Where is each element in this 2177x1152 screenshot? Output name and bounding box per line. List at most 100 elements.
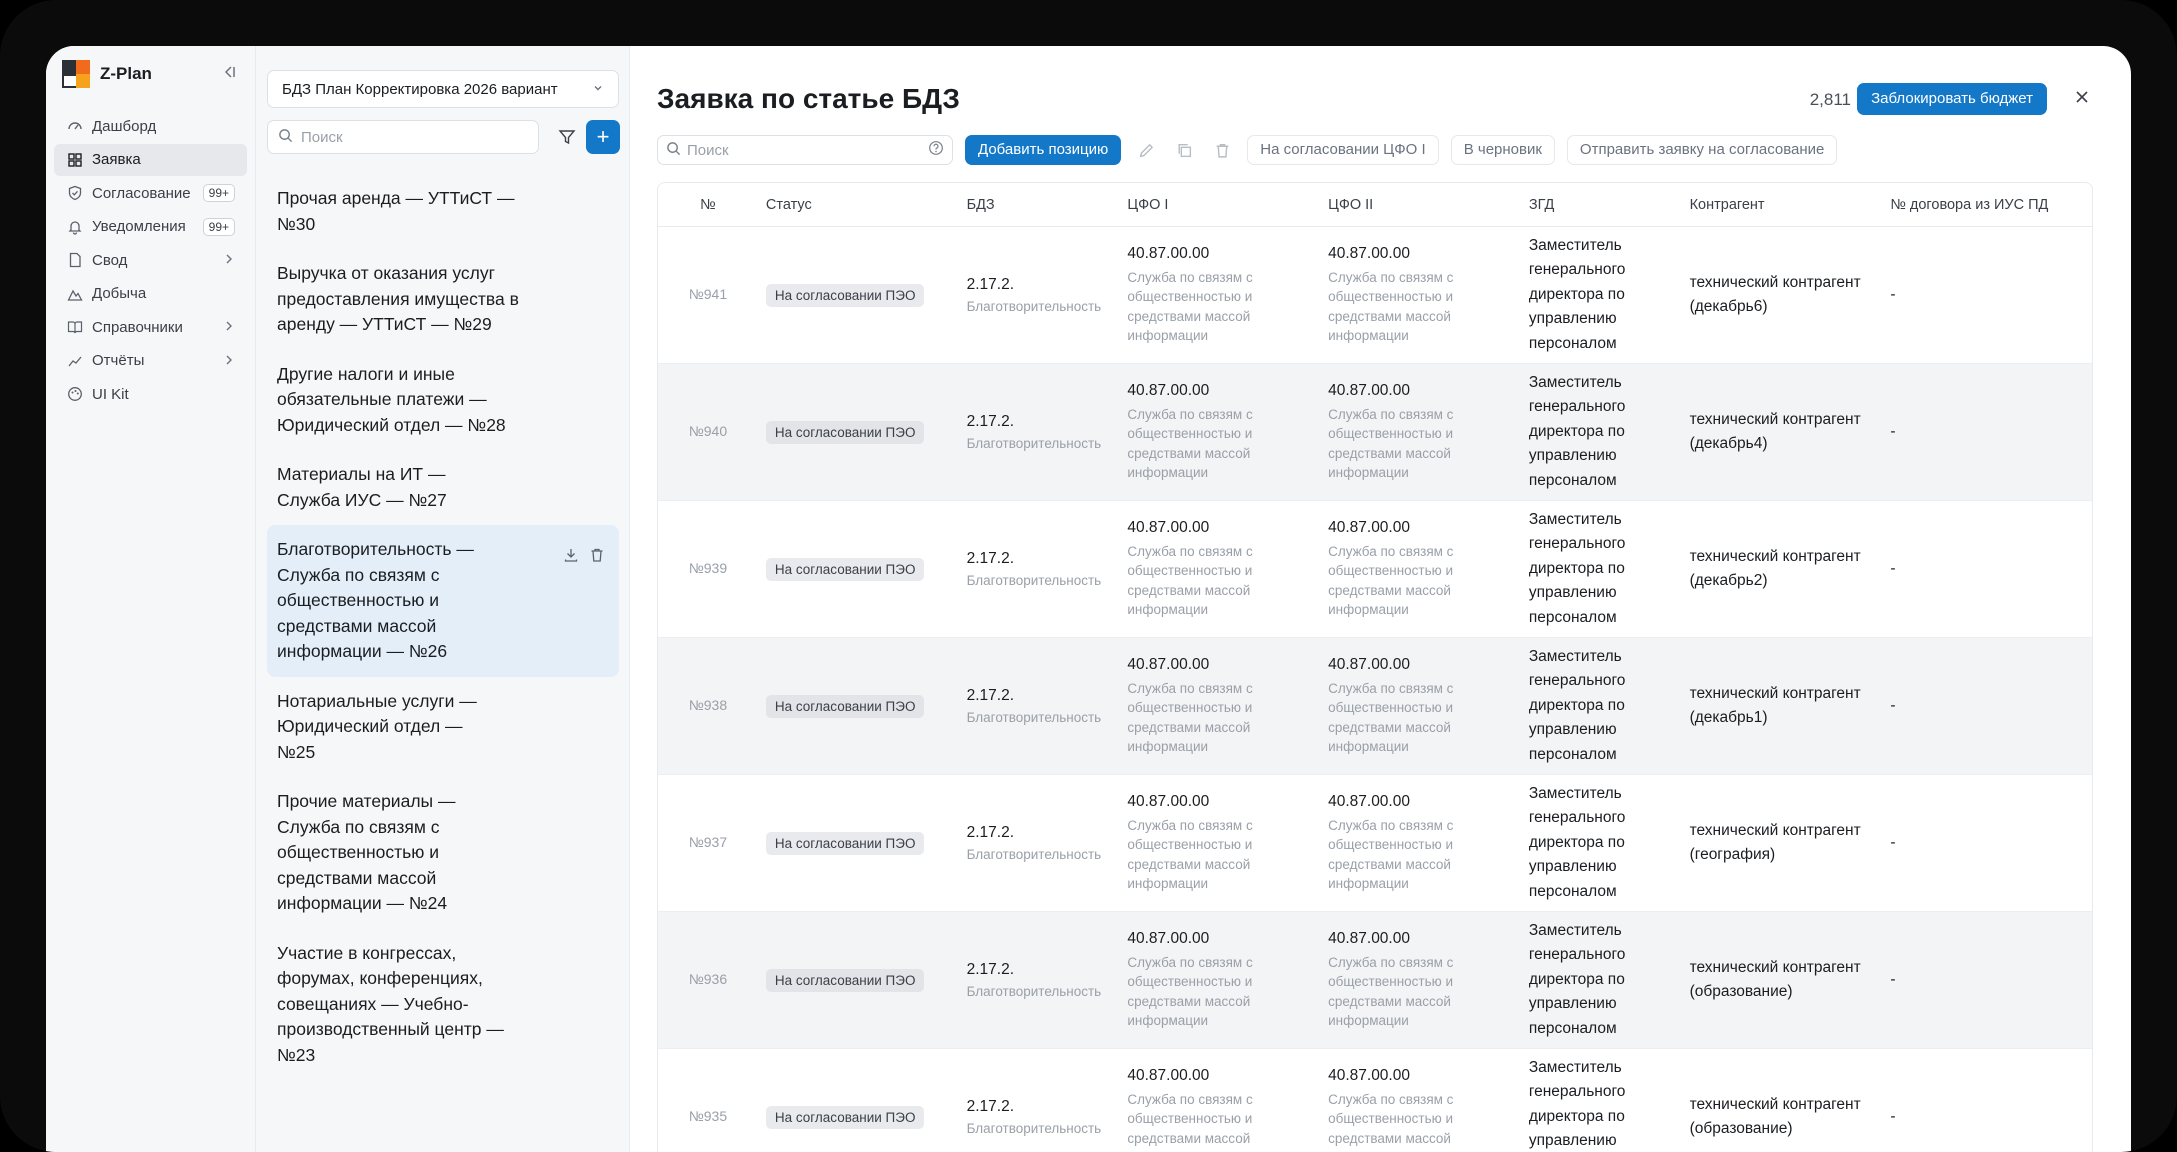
column-header[interactable]: № договора из ИУС ПД [1882, 197, 2092, 213]
column-header[interactable]: ЗГД [1521, 197, 1682, 213]
list-item[interactable]: Прочие материалы — Служба по связям с об… [267, 777, 619, 929]
edit-icon[interactable] [1133, 137, 1159, 163]
counterparty-cell: технический контрагент (декабрь2) [1689, 547, 1861, 590]
sidebar-item-references[interactable]: Справочники [54, 311, 247, 343]
contract-number-cell: - [1890, 560, 1896, 577]
list-item-selected[interactable]: Благотворительность — Служба по связям с… [267, 525, 619, 677]
table-row[interactable]: №939 На согласовании ПЭО 2.17.2. Благотв… [658, 501, 2092, 638]
book-icon [66, 318, 84, 336]
sidebar-item-summary[interactable]: Свод [54, 244, 247, 276]
table-search-input[interactable]: Поиск [657, 135, 953, 165]
list-search-input[interactable]: Поиск [267, 120, 539, 154]
positions-table: № Статус БДЗ ЦФО I ЦФО II ЗГД Контрагент… [657, 182, 2093, 1152]
bdz-name: Благотворительность [966, 847, 1102, 862]
table-row[interactable]: №941 На согласовании ПЭО 2.17.2. Благотв… [658, 227, 2092, 364]
download-icon[interactable] [563, 545, 579, 571]
search-placeholder: Поиск [687, 141, 729, 159]
sidebar-item-extraction[interactable]: Добыча [54, 278, 247, 310]
help-icon[interactable] [928, 140, 944, 160]
contract-number-cell: - [1890, 971, 1896, 988]
filter-icon[interactable] [552, 122, 582, 152]
zgd-cell: Заместитель генерального директора по уп… [1528, 647, 1626, 763]
close-icon[interactable] [2069, 86, 2095, 112]
cfo-approval-button[interactable]: На согласовании ЦФО I [1247, 135, 1439, 165]
sidebar-item-label: Добыча [92, 285, 147, 302]
collapse-sidebar-icon[interactable] [219, 64, 239, 84]
list-item-title: Прочие материалы — Служба по связям с об… [277, 791, 456, 913]
table-row[interactable]: №935 На согласовании ПЭО 2.17.2. Благотв… [658, 1049, 2092, 1152]
plan-select-value: БДЗ План Корректировка 2026 вариант [282, 80, 558, 98]
add-position-button[interactable]: Добавить позицию [965, 135, 1122, 165]
list-item[interactable]: Другие налоги и иные обязательные платеж… [267, 350, 619, 451]
sidebar-item-label: Справочники [92, 318, 183, 336]
column-header[interactable]: № [658, 197, 758, 213]
cfo1-code: 40.87.00.00 [1127, 244, 1210, 262]
zgd-cell: Заместитель генерального директора по уп… [1528, 1058, 1626, 1150]
list-item[interactable]: Материалы на ИТ — Служба ИУС — №27 [267, 450, 619, 525]
sidebar-item-reports[interactable]: Отчёты [54, 345, 247, 377]
cfo1-name: Служба по связям с общественностью и сре… [1127, 954, 1253, 1029]
bdz-name: Благотворительность [966, 299, 1102, 314]
status-badge: На согласовании ПЭО [765, 420, 925, 444]
app-name: Z-Plan [100, 64, 152, 83]
list-item[interactable]: Нотариальные услуги — Юридический отдел … [267, 677, 619, 778]
sidebar-item-notifications[interactable]: Уведомления 99+ [54, 211, 247, 243]
table-row[interactable]: №937 На согласовании ПЭО 2.17.2. Благотв… [658, 775, 2092, 912]
cfo1-code: 40.87.00.00 [1127, 792, 1210, 810]
column-header[interactable]: ЦФО I [1119, 197, 1320, 213]
sidebar-item-ui-kit[interactable]: UI Kit [54, 378, 247, 410]
sidebar-item-request[interactable]: Заявка [54, 143, 247, 176]
contract-number-cell: - [1890, 286, 1896, 303]
zgd-cell: Заместитель генерального директора по уп… [1528, 510, 1626, 626]
table-row[interactable]: №940 На согласовании ПЭО 2.17.2. Благотв… [658, 364, 2092, 501]
column-header[interactable]: Статус [758, 197, 959, 213]
sidebar-item-approval[interactable]: Согласование 99+ [54, 177, 247, 209]
row-number: №937 [688, 834, 728, 850]
count-badge: 99+ [202, 217, 235, 236]
table-row[interactable]: №936 На согласовании ПЭО 2.17.2. Благотв… [658, 912, 2092, 1049]
search-icon [278, 128, 293, 147]
cfo1-name: Служба по связям с общественностью и сре… [1127, 543, 1253, 618]
cfo2-code: 40.87.00.00 [1328, 792, 1410, 810]
cfo2-code: 40.87.00.00 [1328, 518, 1410, 536]
table-row[interactable]: №938 На согласовании ПЭО 2.17.2. Благотв… [658, 638, 2092, 775]
list-item-title: Материалы на ИТ — Служба ИУС — №27 [277, 464, 447, 510]
column-header[interactable]: БДЗ [959, 197, 1120, 213]
lock-budget-button[interactable]: Заблокировать бюджет [1857, 83, 2047, 115]
counterparty-cell: технический контрагент (география) [1689, 821, 1861, 864]
send-for-approval-button[interactable]: Отправить заявку на согласование [1566, 135, 1838, 165]
counterparty-cell: технический контрагент (образование) [1689, 1095, 1861, 1138]
sidebar-item-dashboard[interactable]: Дашборд [54, 110, 247, 142]
cfo2-name: Служба по связям с общественностью и сре… [1328, 269, 1454, 344]
bdz-code: 2.17.2. [966, 413, 1014, 430]
trash-icon[interactable] [589, 545, 605, 571]
cfo2-code: 40.87.00.00 [1328, 381, 1410, 399]
trash-icon[interactable] [1209, 137, 1235, 163]
status-badge: На согласовании ПЭО [765, 831, 925, 855]
sidebar-item-label: UI Kit [92, 385, 129, 403]
request-list-panel: БДЗ План Корректировка 2026 вариант Поис… [256, 46, 630, 1152]
app-window: Z-Plan Дашборд Заявка Согласование 99+ У… [46, 46, 2131, 1152]
logo-icon [62, 60, 90, 88]
list-item-title: Другие налоги и иные обязательные платеж… [277, 363, 506, 435]
column-header[interactable]: Контрагент [1682, 197, 1883, 213]
zgd-cell: Заместитель генерального директора по уп… [1528, 236, 1626, 352]
add-request-button[interactable]: + [586, 120, 620, 154]
bdz-name: Благотворительность [966, 710, 1102, 725]
to-draft-button[interactable]: В черновик [1450, 135, 1555, 165]
table-header: № Статус БДЗ ЦФО I ЦФО II ЗГД Контрагент… [658, 183, 2092, 227]
copy-icon[interactable] [1171, 137, 1197, 163]
list-item-title: Выручка от оказания услуг предоставления… [277, 263, 519, 334]
plan-select[interactable]: БДЗ План Корректировка 2026 вариант [267, 70, 619, 108]
bdz-name: Благотворительность [966, 1121, 1102, 1136]
palette-icon [66, 385, 84, 403]
list-item[interactable]: Участие в конгрессах, форумах, конференц… [267, 929, 619, 1081]
file-icon [66, 251, 84, 269]
row-number: №941 [688, 286, 728, 302]
column-header[interactable]: ЦФО II [1320, 197, 1521, 213]
list-item[interactable]: Прочая аренда — УТТиСТ — №30 [267, 174, 619, 249]
list-item[interactable]: Выручка от оказания услуг предоставления… [267, 249, 619, 350]
bell-icon [66, 218, 84, 236]
sidebar-item-label: Свод [92, 251, 128, 269]
list-item-title: Участие в конгрессах, форумах, конференц… [277, 942, 504, 1065]
